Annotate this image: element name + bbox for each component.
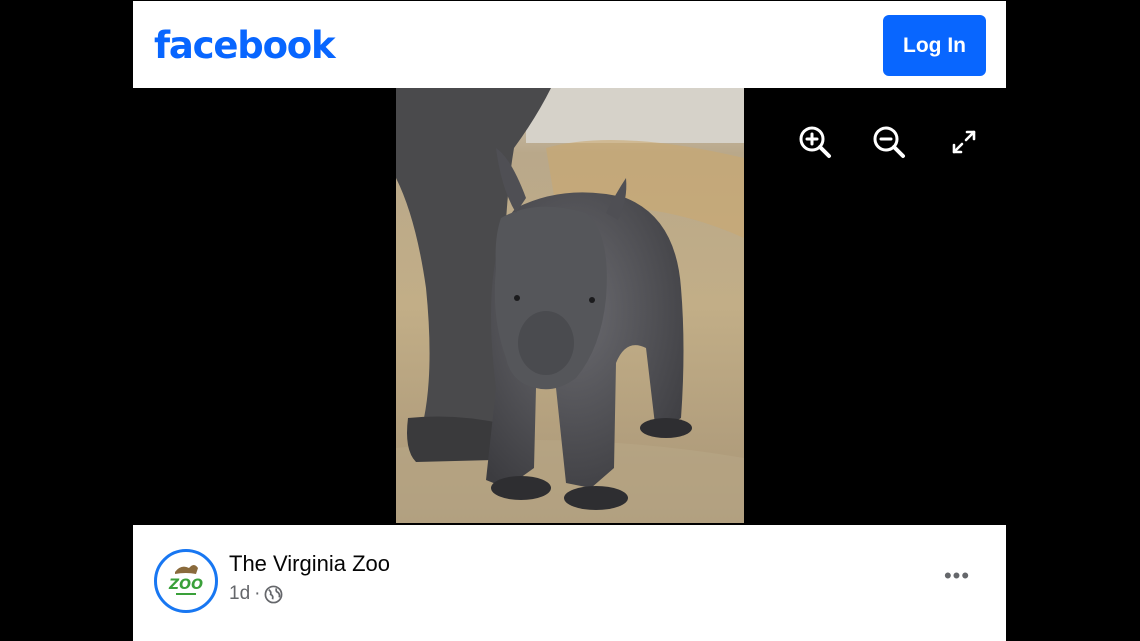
globe-icon (265, 585, 283, 603)
page-avatar[interactable]: ZOO (154, 549, 218, 613)
zoom-out-button[interactable] (869, 122, 909, 162)
post-meta: 1d · (229, 583, 283, 605)
zoom-in-button[interactable] (795, 122, 835, 162)
meta-separator: · (254, 583, 261, 604)
zoom-out-icon (873, 126, 905, 158)
top-bar: facebook Log In (133, 1, 1006, 88)
more-options-button[interactable]: ••• (939, 561, 975, 591)
photo-viewer (133, 88, 1006, 524)
post-photo[interactable] (396, 88, 744, 523)
post-timestamp[interactable]: 1d (229, 583, 250, 605)
app-frame: facebook Log In ZOO The Virginia Zoo 1d … (133, 0, 1006, 641)
avatar-text: ZOO (168, 577, 203, 593)
zoom-in-icon (799, 126, 831, 158)
expand-icon (952, 130, 976, 154)
facebook-logo[interactable]: facebook (154, 21, 336, 71)
zoo-logo-icon: ZOO (168, 565, 203, 595)
page-name[interactable]: The Virginia Zoo (229, 551, 390, 577)
rhino-calf-photo (396, 88, 744, 523)
post-header: ZOO The Virginia Zoo 1d · ••• (133, 525, 1006, 641)
login-button[interactable]: Log In (883, 15, 986, 76)
expand-button[interactable] (944, 122, 984, 162)
